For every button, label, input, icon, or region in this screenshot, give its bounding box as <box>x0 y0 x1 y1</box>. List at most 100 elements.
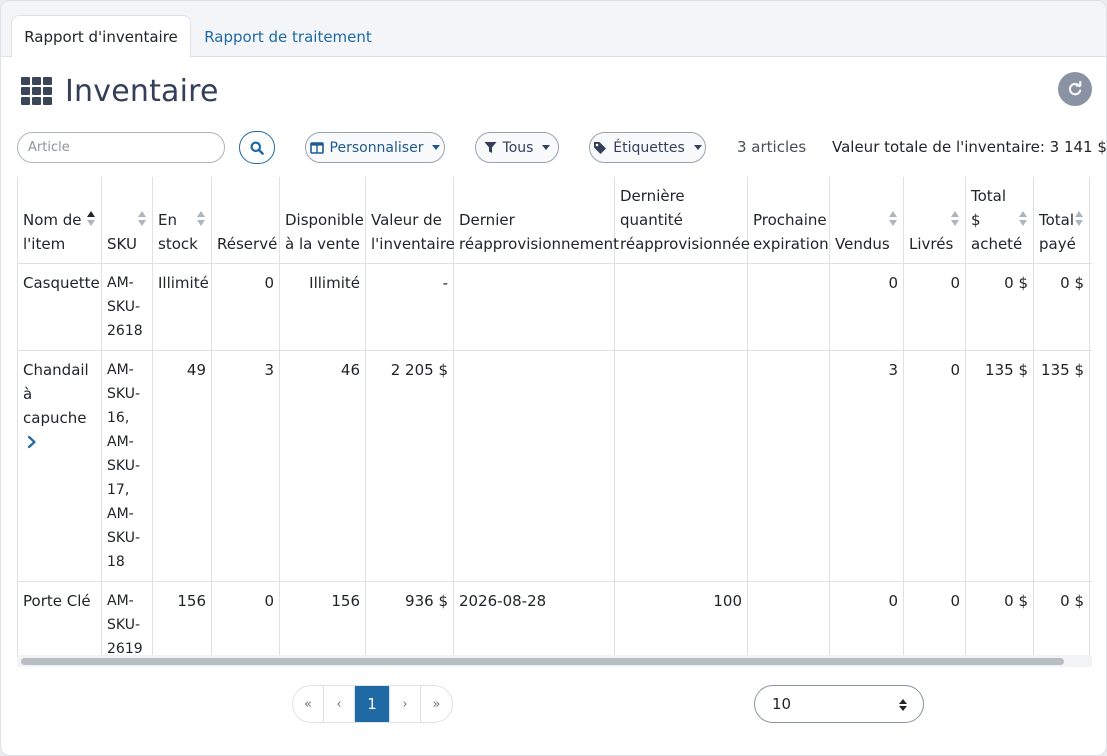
cell-reserved: 0 <box>211 263 280 351</box>
cell-in-stock: 49 <box>152 350 212 582</box>
cell-in-stock: Illimité <box>152 263 212 351</box>
cell-available: 46 <box>279 350 366 582</box>
cell-sold: 3 <box>829 350 904 582</box>
cell-inventory-value: - <box>365 263 454 351</box>
column-header-delivered[interactable]: Livrés <box>903 177 966 264</box>
inventory-total-value: Valeur totale de l'inventaire: 3 141 $ <box>832 138 1107 156</box>
cell-reserved: 0 <box>211 581 280 655</box>
sort-icon <box>889 211 898 227</box>
column-header-reserved: Réservé <box>211 177 280 264</box>
cell-sku: AM-SKU-2619 <box>101 581 153 655</box>
tags-dropdown[interactable]: Étiquettes <box>589 132 706 163</box>
current-page-button[interactable]: 1 <box>355 686 390 722</box>
search-button[interactable] <box>239 131 275 164</box>
scrollbar-thumb[interactable] <box>21 658 1064 665</box>
cell-inventory-value: 2 205 $ <box>365 350 454 582</box>
tab-bar: Rapport d'inventaire Rapport de traiteme… <box>1 1 1106 58</box>
tags-label: Étiquettes <box>613 139 685 156</box>
sort-icon <box>951 211 960 227</box>
cell-last-restock <box>453 350 615 582</box>
refresh-icon <box>1069 81 1082 96</box>
cell-reserved: 3 <box>211 350 280 582</box>
prev-page-button[interactable]: ‹ <box>324 686 355 722</box>
cell-sold: 0 <box>829 263 904 351</box>
cell-available: 156 <box>279 581 366 655</box>
page-size-select[interactable]: 10 <box>754 685 924 723</box>
column-header-name[interactable]: Nom de l'item <box>17 177 102 264</box>
cell-overflow <box>1089 350 1092 582</box>
column-header-sold[interactable]: Vendus <box>829 177 904 264</box>
column-header-available: Disponible à la vente <box>279 177 366 264</box>
cell-next-expiry <box>747 350 830 582</box>
cell-total-bought: 0 $ <box>965 263 1034 351</box>
columns-icon <box>309 141 324 154</box>
cell-last-restock <box>453 263 615 351</box>
sort-asc-icon <box>87 211 96 227</box>
table-row: Porte Clé AM-SKU-2619 156 0 156 936 $ 20… <box>17 581 1092 655</box>
cell-last-restock-qty <box>614 263 748 351</box>
table-row: Casquette AM-SKU-2618 Illimité 0 Illimit… <box>17 263 1092 351</box>
next-page-button[interactable]: › <box>390 686 421 722</box>
sort-icon <box>138 211 147 227</box>
filter-icon <box>484 142 497 153</box>
inventory-card: Rapport d'inventaire Rapport de traiteme… <box>0 0 1107 756</box>
tag-icon <box>594 141 607 154</box>
cell-sold: 0 <box>829 581 904 655</box>
cell-next-expiry <box>747 581 830 655</box>
cell-item-name: Chandail à capuche <box>17 350 102 582</box>
column-header-total-paid[interactable]: Total payé <box>1033 177 1090 264</box>
column-header-next-expiry: Prochaine expiration <box>747 177 830 264</box>
search-input[interactable] <box>17 132 225 163</box>
cell-last-restock: 2026-08-28 <box>453 581 615 655</box>
inventory-table-container: Nom de l'item SKU En stock Réservé Dispo… <box>17 177 1092 655</box>
page-title: Inventaire <box>65 73 219 109</box>
cell-next-expiry <box>747 263 830 351</box>
sort-icon <box>1075 211 1084 227</box>
chevron-down-icon <box>542 145 551 150</box>
column-header-overflow <box>1089 177 1092 264</box>
table-row: Chandail à capuche AM-SKU-16, AM-SKU-17,… <box>17 350 1092 582</box>
last-page-button[interactable]: » <box>421 686 452 722</box>
select-arrows-icon <box>899 699 907 711</box>
cell-overflow <box>1089 263 1092 351</box>
filter-dropdown[interactable]: Tous <box>475 132 559 163</box>
page-size-value: 10 <box>772 695 792 713</box>
cell-sku: AM-SKU-16, AM-SKU-17, AM-SKU-18 <box>101 350 153 582</box>
column-header-last-restock: Dernier réapprovisionnement <box>453 177 619 264</box>
cell-delivered: 0 <box>903 350 966 582</box>
cell-total-paid: 135 $ <box>1033 350 1090 582</box>
cell-available: Illimité <box>279 263 366 351</box>
column-header-total-bought[interactable]: Total $ acheté <box>965 177 1034 264</box>
cell-inventory-value: 936 $ <box>365 581 454 655</box>
cell-total-bought: 135 $ <box>965 350 1034 582</box>
customize-label: Personnaliser <box>329 139 424 156</box>
page-header: Inventaire <box>21 73 219 109</box>
cell-last-restock-qty: 100 <box>614 581 748 655</box>
cell-total-paid: 0 $ <box>1033 263 1090 351</box>
table-header-row: Nom de l'item SKU En stock Réservé Dispo… <box>17 177 1092 264</box>
cell-item-name: Porte Clé <box>17 581 102 655</box>
tab-processing-report[interactable]: Rapport de traitement <box>197 15 379 58</box>
column-header-inventory-value: Valeur de l'inventaire <box>365 177 455 264</box>
pagination: « ‹ 1 › » <box>292 685 453 723</box>
article-count: 3 articles <box>737 138 807 156</box>
cell-in-stock: 156 <box>152 581 212 655</box>
chevron-down-icon <box>432 145 441 150</box>
column-header-in-stock[interactable]: En stock <box>152 177 212 264</box>
inventory-table: Nom de l'item SKU En stock Réservé Dispo… <box>17 177 1092 655</box>
column-header-sku[interactable]: SKU <box>101 177 153 264</box>
cell-overflow <box>1089 581 1092 655</box>
horizontal-scrollbar[interactable] <box>17 655 1092 667</box>
cell-delivered: 0 <box>903 581 966 655</box>
chevron-right-icon[interactable] <box>26 430 38 454</box>
column-header-last-restock-qty: Dernière quantité réapprovisionnée <box>614 177 750 264</box>
sort-icon <box>1019 211 1028 227</box>
customize-dropdown[interactable]: Personnaliser <box>305 132 445 163</box>
cell-delivered: 0 <box>903 263 966 351</box>
refresh-button[interactable] <box>1058 72 1092 106</box>
cell-sku: AM-SKU-2618 <box>101 263 153 351</box>
cell-total-paid: 0 $ <box>1033 581 1090 655</box>
tab-inventory-report[interactable]: Rapport d'inventaire <box>11 15 191 58</box>
first-page-button[interactable]: « <box>293 686 324 722</box>
item-name-label: Chandail à capuche <box>23 361 89 427</box>
